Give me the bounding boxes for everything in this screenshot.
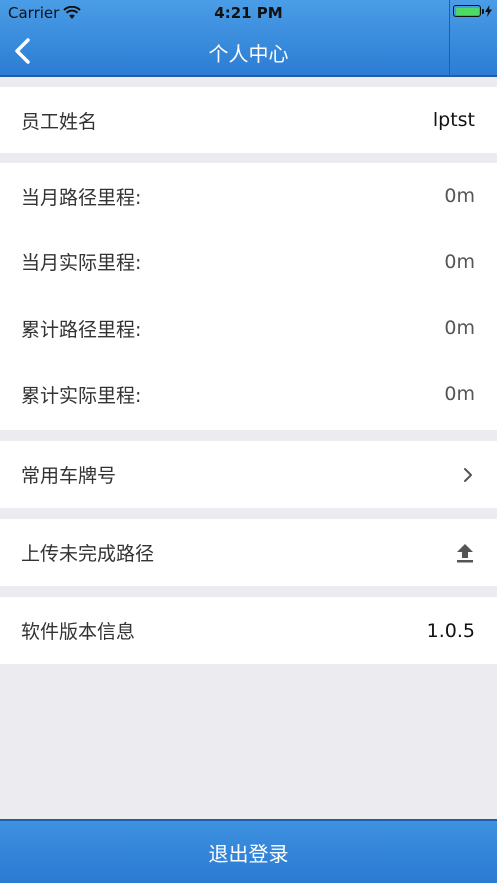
chevron-right-icon xyxy=(464,467,472,482)
total-route-mileage-row: 累计路径里程: 0m xyxy=(0,294,497,362)
total-actual-mileage-label: 累计实际里程: xyxy=(21,384,142,407)
monthly-actual-mileage-label: 当月实际里程: xyxy=(21,252,142,274)
employee-name-row: 员工姓名 lptst xyxy=(0,87,497,153)
plate-section: 常用车牌号 xyxy=(0,441,497,508)
version-label: 软件版本信息 xyxy=(21,621,136,643)
version-section: 软件版本信息 1.0.5 xyxy=(0,597,497,664)
total-route-mileage-label: 累计路径里程: xyxy=(21,318,142,341)
total-actual-mileage-row: 累计实际里程: 0m xyxy=(0,362,497,426)
upload-route-row[interactable]: 上传未完成路径 xyxy=(0,519,497,586)
profile-section: 员工姓名 lptst xyxy=(0,87,497,153)
common-plate-label: 常用车牌号 xyxy=(21,465,117,487)
common-plate-row[interactable]: 常用车牌号 xyxy=(0,441,497,508)
version-row: 软件版本信息 1.0.5 xyxy=(0,597,497,664)
status-bar: Carrier 4:21 PM xyxy=(0,0,497,26)
header: Carrier 4:21 PM 个人中心 xyxy=(0,0,497,77)
navigation-bar: 个人中心 xyxy=(0,26,497,75)
upload-icon xyxy=(457,543,473,562)
status-time: 4:21 PM xyxy=(214,4,283,22)
upload-section: 上传未完成路径 xyxy=(0,519,497,586)
logout-label: 退出登录 xyxy=(208,841,289,866)
battery-fill xyxy=(455,7,479,15)
logout-button[interactable]: 退出登录 xyxy=(0,819,497,883)
mileage-section: 当月路径里程: 0m 当月实际里程: 0m 累计路径里程: 0m 累计实际里程:… xyxy=(0,163,497,430)
battery-indicator xyxy=(453,5,493,17)
page-title: 个人中心 xyxy=(208,42,289,66)
monthly-route-mileage-value: 0m xyxy=(444,185,475,207)
monthly-actual-mileage-row: 当月实际里程: 0m xyxy=(0,229,497,294)
monthly-route-mileage-row: 当月路径里程: 0m xyxy=(0,163,497,229)
battery-tip xyxy=(482,9,484,14)
employee-name-label: 员工姓名 xyxy=(21,110,98,133)
monthly-actual-mileage-value: 0m xyxy=(444,250,475,273)
total-actual-mileage-value: 0m xyxy=(444,383,475,405)
charging-bolt-icon xyxy=(485,5,492,17)
upload-route-label: 上传未完成路径 xyxy=(21,543,155,565)
version-value: 1.0.5 xyxy=(426,619,475,642)
nav-divider xyxy=(449,0,450,75)
employee-name-value: lptst xyxy=(432,109,475,131)
battery-icon xyxy=(453,5,484,17)
monthly-route-mileage-label: 当月路径里程: xyxy=(21,186,142,209)
total-route-mileage-value: 0m xyxy=(444,317,475,339)
